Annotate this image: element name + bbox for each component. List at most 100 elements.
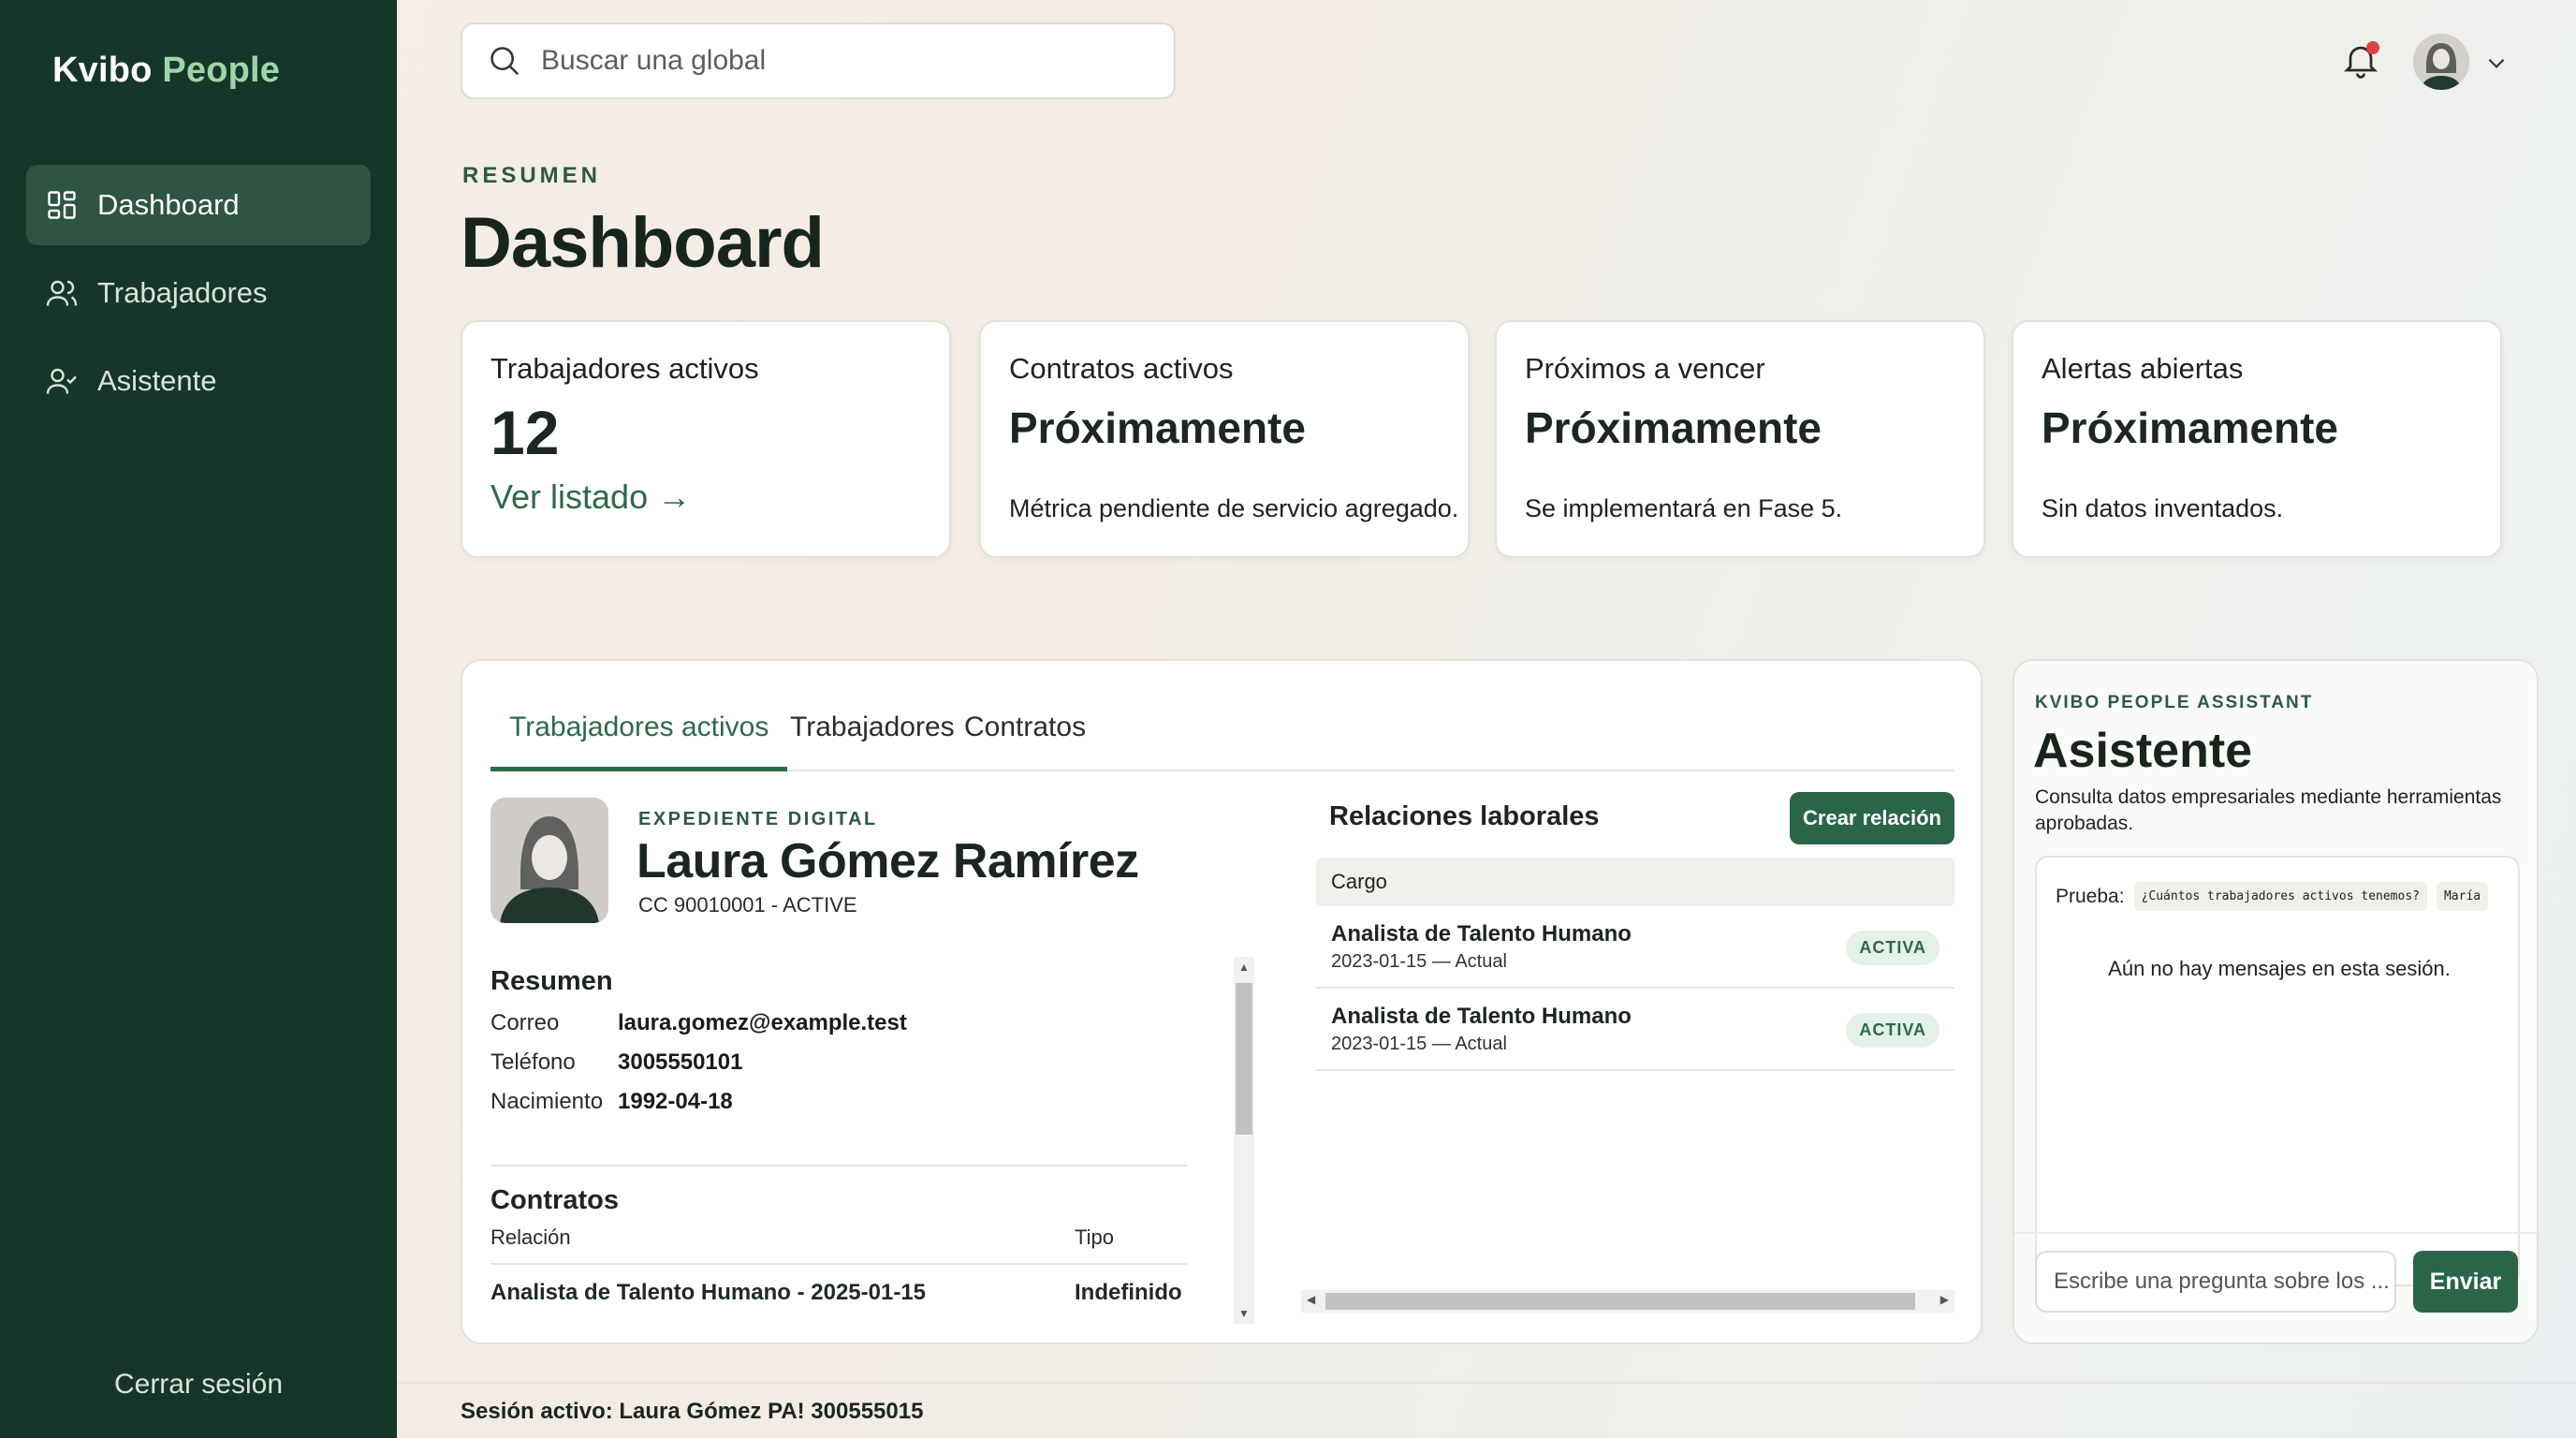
- summary-title: Resumen: [490, 966, 613, 996]
- relation-date: 2023-01-15 — Actual: [1331, 1034, 1507, 1054]
- field-row: Teléfono 3005550101: [490, 1049, 1187, 1076]
- column-header: Relación: [490, 1225, 571, 1249]
- horizontal-scrollbar[interactable]: ◀ ▶: [1301, 1290, 1954, 1313]
- chevron-down-icon[interactable]: [2484, 51, 2509, 75]
- user-check-icon: [46, 368, 77, 394]
- sidebar-item-label: Trabajadores: [97, 276, 268, 309]
- session-status: Sesión activo: Laura Gómez PA! 300555015: [461, 1399, 924, 1424]
- field-key: Correo: [490, 1010, 560, 1035]
- global-search[interactable]: [461, 22, 1176, 99]
- page-title: Dashboard: [461, 203, 825, 283]
- stat-value: Próximamente: [1009, 404, 1307, 452]
- create-relation-button[interactable]: Crear relación: [1790, 792, 1954, 844]
- stat-label: Alertas abiertas: [2042, 352, 2244, 385]
- stat-label: Próximos a vencer: [1525, 352, 1765, 385]
- page-eyebrow: RESUMEN: [462, 163, 602, 188]
- stat-card-proximos-a-vencer: Próximos a vencer Próximamente Se implem…: [1495, 320, 1985, 558]
- dashboard-grid-icon: [48, 191, 76, 219]
- empty-chat-message: Aún no hay mensajes en esta sesión.: [2108, 957, 2451, 980]
- brand-logo[interactable]: Kvibo People: [52, 51, 280, 91]
- worker-id-status: CC 90010001 - ACTIVE: [638, 893, 857, 917]
- table-row[interactable]: Analista de Talento Humano - 2025-01-15 …: [490, 1265, 1187, 1306]
- record-eyebrow: EXPEDIENTE DIGITAL: [638, 809, 878, 829]
- relation-date: 2023-01-15 — Actual: [1331, 951, 1507, 972]
- tab-contratos[interactable]: Contratos: [945, 712, 1105, 771]
- field-row: Nacimiento 1992-04-18: [490, 1089, 1187, 1115]
- chat-history: Prueba: ¿Cuántos trabajadores activos te…: [2035, 856, 2520, 1286]
- status-badge: ACTIVA: [1846, 1013, 1939, 1048]
- view-list-link[interactable]: Ver listado →: [490, 477, 691, 517]
- suggestion-chip[interactable]: ¿Cuántos trabajadores activos tenemos?: [2133, 882, 2427, 911]
- suggestions: Prueba: ¿Cuántos trabajadores activos te…: [2056, 882, 2489, 911]
- relation-title: Analista de Talento Humano: [1331, 1004, 1632, 1029]
- footer-divider: [397, 1382, 2576, 1384]
- assistant-description: Consulta datos empresariales mediante he…: [2035, 786, 2502, 834]
- scroll-down-icon[interactable]: ▼: [1238, 1307, 1250, 1320]
- worker-photo: [490, 798, 608, 923]
- stat-description: Métrica pendiente de servicio agregado.: [1009, 494, 1459, 522]
- divider: [2014, 1232, 2537, 1234]
- relations-title: Relaciones laborales: [1329, 801, 1600, 831]
- user-avatar-icon: [2413, 34, 2469, 90]
- table-cell: Analista de Talento Humano - 2025-01-15: [490, 1280, 927, 1305]
- stat-description: Sin datos inventados.: [2042, 494, 2284, 522]
- scroll-right-icon[interactable]: ▶: [1940, 1293, 1949, 1306]
- sidebar-item-label: Dashboard: [97, 188, 240, 221]
- logout-button[interactable]: Cerrar sesión: [0, 1369, 397, 1401]
- table-cell: Indefinido: [1075, 1280, 1182, 1305]
- user-avatar-icon: [490, 798, 608, 923]
- notification-dot: [2366, 41, 2379, 54]
- field-value: 3005550101: [618, 1049, 743, 1075]
- search-icon: [490, 47, 520, 76]
- scrollbar-thumb[interactable]: [1236, 983, 1252, 1135]
- stat-label: Contratos activos: [1009, 352, 1234, 385]
- send-button[interactable]: Enviar: [2413, 1251, 2518, 1313]
- worker-panel: Trabajadores activos Trabajadores Contra…: [461, 659, 1983, 1344]
- field-key: Nacimiento: [490, 1089, 604, 1114]
- field-row: Correo laura.gomez@example.test: [490, 1010, 1187, 1036]
- field-value: laura.gomez@example.test: [618, 1010, 907, 1035]
- contracts-title: Contratos: [490, 1185, 619, 1215]
- divider: [490, 1165, 1187, 1167]
- scroll-up-icon[interactable]: ▲: [1238, 961, 1250, 974]
- try-label: Prueba:: [2056, 885, 2125, 907]
- stat-card-trabajadores-activos: Trabajadores activos 12 Ver listado →: [461, 320, 951, 558]
- stat-value: Próximamente: [2042, 404, 2339, 452]
- assistant-panel: KVIBO PEOPLE ASSISTANT Asistente Consult…: [2012, 659, 2539, 1344]
- sidebar-item-asistente[interactable]: Asistente: [26, 341, 371, 421]
- tab-trabajadores-activos[interactable]: Trabajadores activos: [490, 712, 788, 771]
- sidebar: Kvibo People Dashboard Trabajadores Asis…: [0, 0, 397, 1438]
- suggestion-chip[interactable]: María: [2436, 882, 2489, 911]
- scrollbar-thumb[interactable]: [1325, 1293, 1915, 1310]
- contracts-header-row: Relación Tipo: [490, 1225, 1187, 1265]
- sidebar-item-trabajadores[interactable]: Trabajadores: [26, 253, 371, 333]
- relation-title: Analista de Talento Humano: [1331, 921, 1632, 946]
- column-header: Tipo: [1075, 1225, 1114, 1249]
- worker-details-scroll[interactable]: Resumen Correo laura.gomez@example.test …: [490, 953, 1187, 1316]
- assistant-title: Asistente: [2033, 724, 2253, 778]
- relation-row[interactable]: Analista de Talento Humano 2023-01-15 — …: [1316, 990, 1954, 1071]
- stat-value: Próximamente: [1525, 404, 1822, 452]
- field-key: Teléfono: [490, 1049, 576, 1075]
- sidebar-item-label: Asistente: [97, 364, 217, 397]
- brand-name: Kvibo: [52, 51, 153, 90]
- search-input[interactable]: [541, 45, 1140, 77]
- vertical-scrollbar[interactable]: ▲ ▼: [1234, 957, 1254, 1324]
- tab-trabajadores[interactable]: Trabajadores: [771, 712, 973, 771]
- sidebar-item-dashboard[interactable]: Dashboard: [26, 165, 371, 245]
- field-value: 1992-04-18: [618, 1089, 733, 1114]
- stat-value: 12: [490, 398, 560, 467]
- scroll-left-icon[interactable]: ◀: [1307, 1293, 1315, 1306]
- tab-bar: Trabajadores activos Trabajadores Contra…: [490, 704, 1954, 771]
- status-badge: ACTIVA: [1846, 931, 1939, 965]
- stat-label: Trabajadores activos: [490, 352, 759, 385]
- stat-card-alertas-abiertas: Alertas abiertas Próximamente Sin datos …: [2012, 320, 2502, 558]
- stat-card-contratos-activos: Contratos activos Próximamente Métrica p…: [979, 320, 1470, 558]
- assistant-question-input[interactable]: [2035, 1251, 2396, 1313]
- users-icon: [46, 280, 78, 306]
- worker-name: Laura Gómez Ramírez: [637, 834, 1139, 888]
- relation-row[interactable]: Analista de Talento Humano 2023-01-15 — …: [1316, 908, 1954, 989]
- avatar[interactable]: [2413, 34, 2469, 90]
- brand-accent: People: [162, 51, 281, 90]
- relations-header: Cargo: [1316, 858, 1954, 906]
